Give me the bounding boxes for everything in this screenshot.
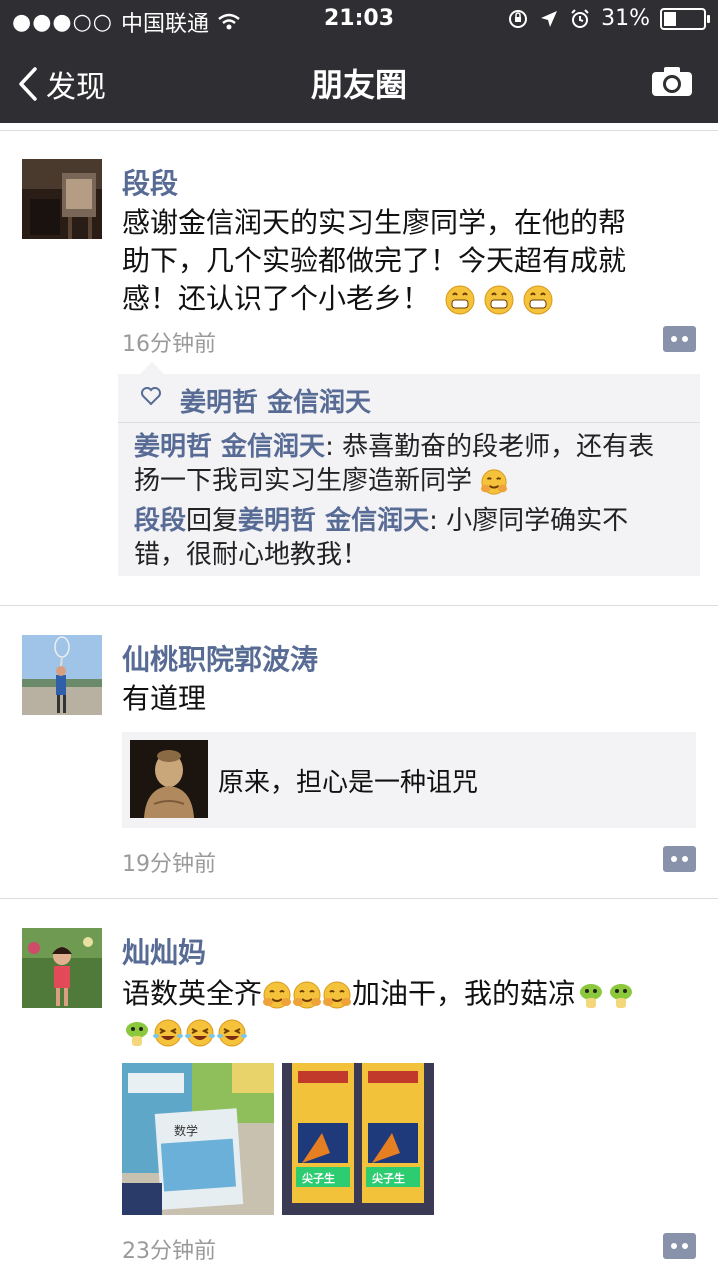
grin-emoji [484, 285, 514, 315]
comment-author[interactable]: 段段 [134, 506, 186, 536]
link-thumbnail [130, 740, 208, 818]
battery-fill [664, 11, 676, 26]
alarm-icon [571, 8, 589, 28]
comment-like-button[interactable] [663, 1233, 696, 1259]
post-text-segment: 语数英全齐 [122, 977, 263, 1010]
dot [671, 1243, 677, 1249]
moment-post: 仙桃职院郭波涛 有道理 原来，担心是一种诅咒 19分钟前 [0, 606, 718, 898]
post-text-line: 感谢金信润天的实习生廖同学，在他的帮 [122, 206, 627, 239]
avatar-photo [22, 159, 102, 239]
post-text-line-content: 感！还认识了个小老乡！ [122, 282, 431, 315]
dot [671, 336, 677, 342]
svg-text:数学: 数学 [174, 1123, 198, 1138]
comment-like-button[interactable] [663, 326, 696, 352]
comment-line: 姜明哲 金信润天: 恭喜勤奋的段老师，还有表 [134, 430, 690, 464]
comment-text: 恭喜勤奋的段老师，还有表 [342, 432, 655, 462]
battery-icon [660, 7, 710, 30]
comment-author[interactable]: 姜明哲 金信润天 [134, 432, 325, 462]
post-photo[interactable]: 数学 [122, 1063, 274, 1215]
rotation-lock-icon [509, 9, 528, 28]
grin-emoji [445, 285, 475, 315]
comment-sep: : [325, 432, 343, 462]
shy-smile-emoji [481, 468, 508, 495]
heart-icon [141, 387, 161, 406]
avatar-photo [22, 928, 102, 1008]
author-name[interactable]: 段段 [122, 162, 178, 202]
grin-emoji [523, 285, 553, 315]
moment-post: 灿灿妈 语数英全齐 加油干，我的菇凉 数学 尖子生 尖子生 23分钟前 [0, 899, 718, 1280]
dot [682, 336, 688, 342]
camera-icon [652, 67, 692, 96]
post-text: 感谢金信润天的实习生廖同学，在他的帮 助下，几个实验都做完了！今天超有成就 感！… [122, 204, 682, 318]
status-bar: ●●●○○ 中国联通 21:03 31% [0, 0, 718, 40]
comment-line: 扬一下我司实习生廖造新同学 [134, 464, 690, 498]
laughing-emoji [217, 1019, 247, 1047]
comment-sep: : [429, 506, 447, 536]
avatar[interactable] [22, 159, 102, 239]
page-title: 朋友圈 [310, 66, 407, 104]
emoji-line [122, 1013, 692, 1051]
reply-target[interactable]: 姜明哲 金信润天 [238, 506, 429, 536]
status-right: 31% [507, 6, 710, 31]
dot [682, 1243, 688, 1249]
post-time: 16分钟前 [122, 332, 216, 357]
post-text-line: 助下，几个实验都做完了！今天超有成就 [122, 244, 627, 277]
svg-text:尖子生: 尖子生 [372, 1171, 405, 1185]
avatar-photo [22, 635, 102, 715]
shy-smile-emoji [293, 981, 322, 1009]
mushroom-emoji [126, 1022, 148, 1046]
link-title: 原来，担心是一种诅咒 [218, 768, 479, 798]
comment-line: 段段回复姜明哲 金信润天: 小廖同学确实不 [134, 504, 690, 538]
comment-like-button[interactable] [663, 846, 696, 872]
avatar[interactable] [22, 635, 102, 715]
post-text: 语数英全齐 加油干，我的菇凉 [122, 975, 692, 1051]
author-name[interactable]: 灿灿妈 [122, 931, 206, 971]
camera-button[interactable] [650, 64, 694, 102]
post-photo[interactable]: 尖子生 尖子生 [282, 1063, 434, 1215]
battery-percent: 31% [601, 6, 650, 31]
comment[interactable]: 段段回复姜明哲 金信润天: 小廖同学确实不 错，很耐心地教我！ [134, 504, 690, 572]
shared-link-card[interactable]: 原来，担心是一种诅咒 [122, 732, 696, 828]
textbooks-photo: 数学 [122, 1063, 274, 1215]
grin-emoji-row [445, 282, 553, 315]
post-text: 有道理 [122, 682, 207, 715]
post-text-segment: 加油干，我的菇凉 [352, 977, 577, 1010]
buddha-statue-image [130, 740, 208, 818]
post-time: 23分钟前 [122, 1239, 216, 1264]
location-icon [541, 10, 558, 27]
study-books-photo: 尖子生 尖子生 [282, 1063, 434, 1215]
reply-word: 回复 [186, 506, 239, 536]
comment-text: 扬一下我司实习生廖造新同学 [134, 466, 473, 496]
comment-text: 小廖同学确实不 [446, 506, 629, 536]
dot [671, 856, 677, 862]
likes-row: 姜明哲 金信润天 [118, 374, 700, 423]
mushroom-emoji [610, 984, 633, 1008]
author-name[interactable]: 仙桃职院郭波涛 [122, 638, 318, 678]
likers[interactable]: 姜明哲 金信润天 [180, 382, 371, 419]
post-text-line: 语数英全齐 加油干，我的菇凉 [122, 975, 692, 1013]
post-time: 19分钟前 [122, 852, 216, 877]
moment-post: 段段 感谢金信润天的实习生廖同学，在他的帮 助下，几个实验都做完了！今天超有成就… [0, 130, 718, 606]
laughing-emoji [185, 1019, 215, 1047]
dot [682, 856, 688, 862]
comment-box: 姜明哲 金信润天 姜明哲 金信润天: 恭喜勤奋的段老师，还有表 扬一下我司实习生… [118, 362, 700, 576]
post-text-line: 感！还认识了个小老乡！ [122, 280, 682, 318]
svg-text:尖子生: 尖子生 [302, 1171, 335, 1185]
shy-smile-emoji [263, 981, 292, 1009]
avatar[interactable] [22, 928, 102, 1008]
laughing-emoji [153, 1019, 183, 1047]
mushroom-emoji [580, 984, 603, 1008]
shy-smile-emoji [323, 981, 352, 1009]
comment-line: 错，很耐心地教我！ [134, 540, 369, 570]
nav-bar: 发现 朋友圈 [0, 40, 718, 123]
comment[interactable]: 姜明哲 金信润天: 恭喜勤奋的段老师，还有表 扬一下我司实习生廖造新同学 [134, 430, 690, 498]
